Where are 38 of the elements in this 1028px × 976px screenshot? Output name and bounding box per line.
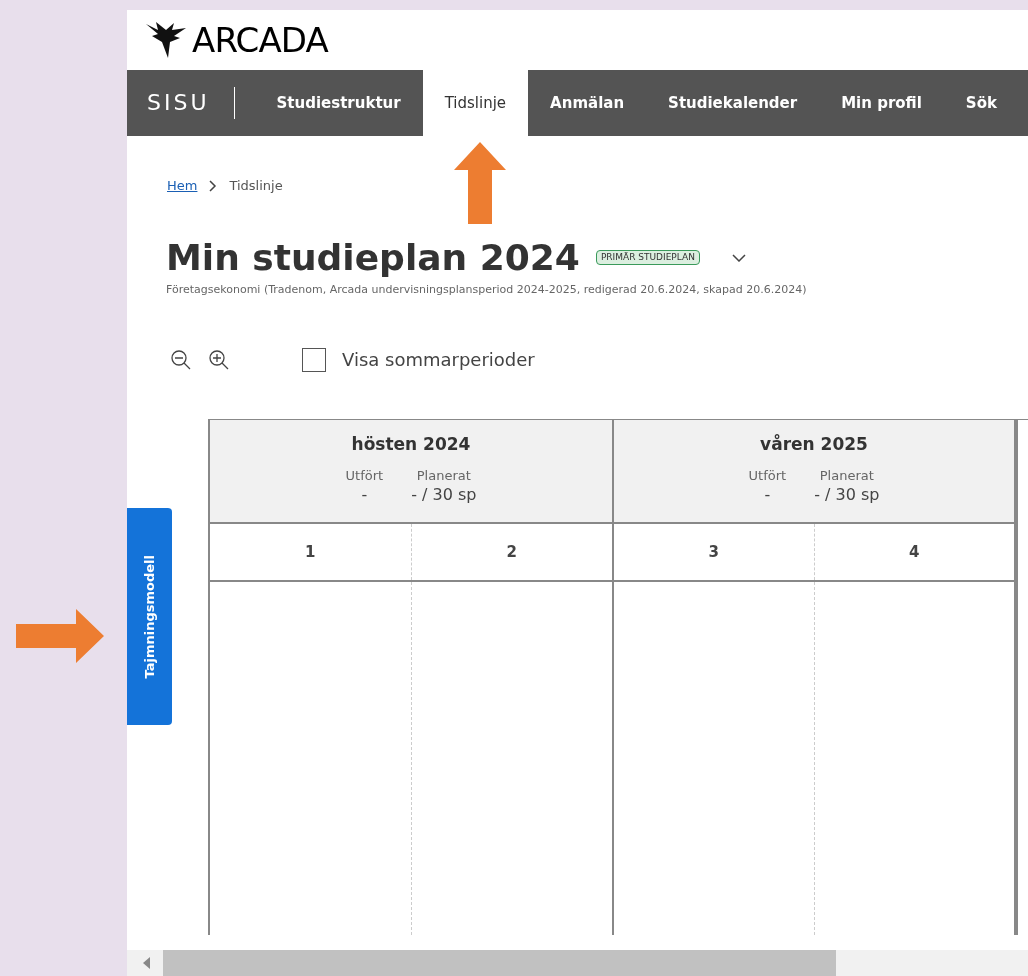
checkbox[interactable] bbox=[302, 347, 326, 372]
planned-value: - / 30 sp bbox=[814, 485, 880, 505]
period-number: 3 bbox=[708, 541, 719, 563]
primary-badge: PRIMÄR STUDIEPLAN bbox=[595, 249, 700, 266]
scrollbar-thumb[interactable] bbox=[163, 950, 836, 976]
arrow-up-icon bbox=[452, 140, 508, 226]
period-number: 2 bbox=[506, 541, 517, 563]
nav-tab[interactable]: Anmälan bbox=[528, 70, 647, 136]
done-value: - bbox=[764, 485, 771, 505]
plan-subtitle: Företagsekonomi (Tradenom, Arcada undervisningsplansperiod 2024-2025, redigerad 20.6.2024, skapad 20.6.2024) bbox=[166, 281, 808, 298]
nav-tab[interactable]: Min profil bbox=[819, 70, 944, 136]
arrow-right-icon bbox=[14, 607, 106, 665]
page-title: Min studieplan 2024 bbox=[166, 237, 580, 278]
brand-text: SISU bbox=[147, 87, 235, 119]
term-name: våren 2025 bbox=[760, 433, 868, 456]
side-tab[interactable]: Tajmningsmodell bbox=[127, 508, 172, 725]
done-label: Utfört bbox=[748, 466, 787, 485]
breadcrumb-link[interactable]: Hem bbox=[167, 176, 198, 196]
chevron-right-icon bbox=[209, 179, 218, 192]
planned-value: - / 30 sp bbox=[411, 485, 477, 505]
done-label: Utfört bbox=[345, 466, 384, 485]
period-number: 4 bbox=[909, 541, 920, 563]
zoom-out-icon[interactable] bbox=[170, 348, 192, 371]
logo-text: ARCADA bbox=[192, 23, 328, 57]
breadcrumb-current: Tidslinje bbox=[229, 177, 283, 195]
done-value: - bbox=[361, 485, 368, 505]
scroll-left-icon[interactable] bbox=[143, 957, 151, 969]
checkbox-label: Visa sommarperioder bbox=[342, 348, 535, 372]
nav-tab[interactable]: Tidslinje bbox=[422, 70, 529, 136]
term-name: hösten 2024 bbox=[351, 433, 471, 456]
nav-tab[interactable]: Studiestruktur bbox=[254, 70, 423, 136]
zoom-in-icon[interactable] bbox=[208, 348, 230, 371]
planned-label: Planerat bbox=[416, 466, 471, 485]
planned-label: Planerat bbox=[819, 466, 874, 485]
period-number: 1 bbox=[305, 541, 316, 563]
nav-tab[interactable]: Sök bbox=[943, 70, 1019, 136]
nav-tab[interactable]: Studiekalender bbox=[646, 70, 820, 136]
chevron-down-icon[interactable] bbox=[731, 253, 746, 262]
